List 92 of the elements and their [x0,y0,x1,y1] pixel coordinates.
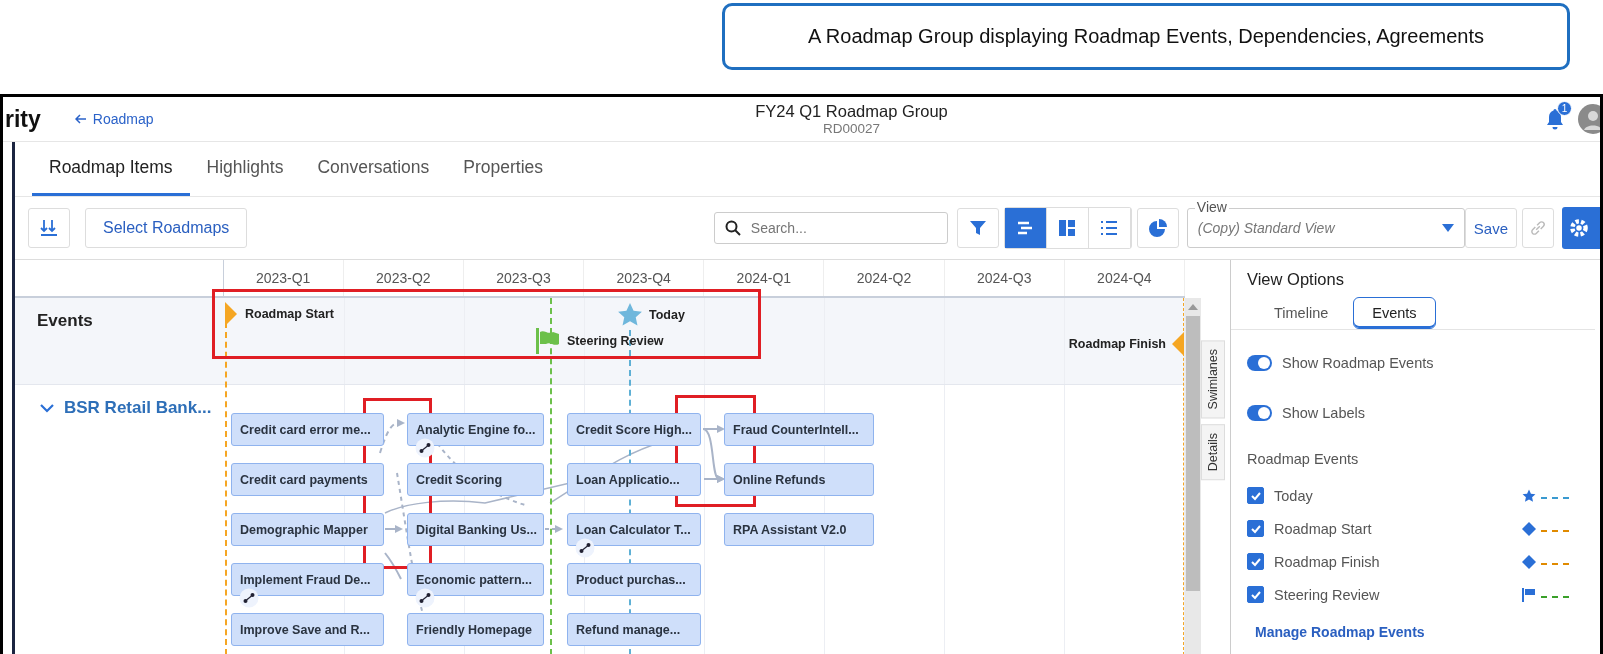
search-field[interactable]: Search... [713,212,948,244]
roadmap-item[interactable]: Credit card payments [231,463,384,496]
quarter-header: 2024-Q4 [1064,260,1185,296]
chart-button[interactable] [1136,208,1179,248]
roadmap-item[interactable]: Economic pattern... [407,563,544,596]
events-row-label: Events [37,311,93,331]
quarter-header: 2024-Q3 [944,260,1065,296]
quarter-header: 2024-Q1 [704,260,825,296]
diamond-icon [1522,554,1536,569]
search-icon [724,220,741,236]
checkbox[interactable] [1247,553,1264,570]
settings-button[interactable] [1562,207,1600,249]
star-icon [617,302,643,328]
diamond-icon [1522,521,1536,536]
pie-chart-icon [1147,218,1168,238]
download-button[interactable] [28,208,70,248]
flag-icon [1522,587,1536,602]
settings-icon [1568,217,1590,239]
dependency-arrow [379,419,405,454]
roadmap-item[interactable]: Credit Score High... [567,413,701,446]
notification-count: 1 [1557,101,1572,116]
flag-icon [535,328,561,354]
link-icon [1529,219,1547,237]
caption-banner: A Roadmap Group displaying Roadmap Events, Dependencies, Agreements [722,3,1570,70]
tab[interactable]: Roadmap Items [32,142,190,196]
back-link[interactable]: Roadmap [74,111,154,127]
tab[interactable]: Highlights [189,142,301,196]
roadmap-item[interactable]: Friendly Homepage [407,613,544,646]
checkbox[interactable] [1247,520,1264,537]
event-option-label: Steering Review [1274,586,1381,603]
event-option-label: Roadmap Start [1274,520,1373,537]
scrollbar[interactable] [1185,298,1201,654]
record-code: RD00027 [821,121,881,136]
quarter-header: 2023-Q4 [584,260,705,296]
roadmap-item[interactable]: Implement Fraud De... [231,563,384,596]
view-label: View [1194,199,1229,215]
dependency-arrow [384,525,403,533]
logo-text: rity [5,105,41,133]
save-button[interactable]: Save [1464,208,1517,248]
star-icon [1522,488,1536,503]
roadmap-item[interactable]: Credit card error me... [231,413,384,446]
chevron-down-icon [40,403,54,413]
toggle-label: Show Labels [1282,405,1366,421]
quarter-header: 2023-Q3 [463,260,585,296]
roadmap-item[interactable]: Digital Banking Us... [407,513,544,546]
roadmap-item[interactable]: Refund manage... [567,613,701,646]
page-title: FY24 Q1 Roadmap Group [755,102,948,121]
board-icon [1057,218,1078,238]
event-label: Today [649,308,685,322]
side-tab[interactable]: Details [1201,424,1225,481]
section-heading: Roadmap Events [1247,451,1360,467]
panel-tab[interactable]: Timeline [1255,297,1348,329]
side-tab[interactable]: Swimlanes [1201,340,1225,419]
roadmap-item[interactable]: RPA Assistant V2.0 [724,513,874,546]
tab[interactable]: Properties [446,142,561,196]
select-roadmaps-button[interactable]: Select Roadmaps [85,208,248,248]
roadmap-item[interactable]: Online Refunds [724,463,874,496]
event-option-label: Roadmap Finish [1274,553,1381,570]
roadmap-item[interactable]: Credit Scoring [407,463,544,496]
toggle-switch[interactable] [1247,405,1272,421]
roadmap-item[interactable]: Fraud CounterIntell... [724,413,874,446]
panel-title: View Options [1247,270,1345,289]
panel-tab[interactable]: Events [1353,297,1436,329]
roadmap-item[interactable]: Product purchas... [567,563,701,596]
event-label: Roadmap Start [245,307,334,321]
manage-events-link[interactable]: Manage Roadmap Events [1255,624,1425,640]
checkbox[interactable] [1247,586,1264,603]
roadmap-item[interactable]: Demographic Mapper [231,513,384,546]
filter-icon [967,218,988,238]
filter-button[interactable] [956,208,999,248]
caret-icon [1441,224,1454,232]
download-icon [39,218,59,238]
event-option-label: Today [1274,487,1314,504]
toggle-switch[interactable] [1247,355,1272,371]
tab[interactable]: Conversations [300,142,447,196]
avatar-icon[interactable] [1578,104,1600,134]
event-label: Roadmap Finish [1068,337,1166,351]
roadmap-item[interactable]: Loan Applicatio... [567,463,701,496]
list-icon [1099,218,1120,238]
quarter-header: 2023-Q2 [343,260,464,296]
arrow-left-icon [74,114,87,124]
dependency-arrow [544,525,563,533]
event-label: Steering Review [567,334,664,348]
roadmap-item[interactable]: Loan Calculator T... [567,513,701,546]
roadmap-item[interactable]: Analytic Engine fo... [407,413,544,446]
toggle-label: Show Roadmap Events [1282,355,1434,371]
quarter-header: 2024-Q2 [824,260,945,296]
swimlane-toggle[interactable]: BSR Retail Bank... [40,398,212,418]
timeline-view-button[interactable] [1004,208,1047,248]
start-marker-icon [225,302,237,326]
roadmap-item[interactable]: Improve Save and R... [231,613,384,646]
checkbox[interactable] [1247,487,1264,504]
